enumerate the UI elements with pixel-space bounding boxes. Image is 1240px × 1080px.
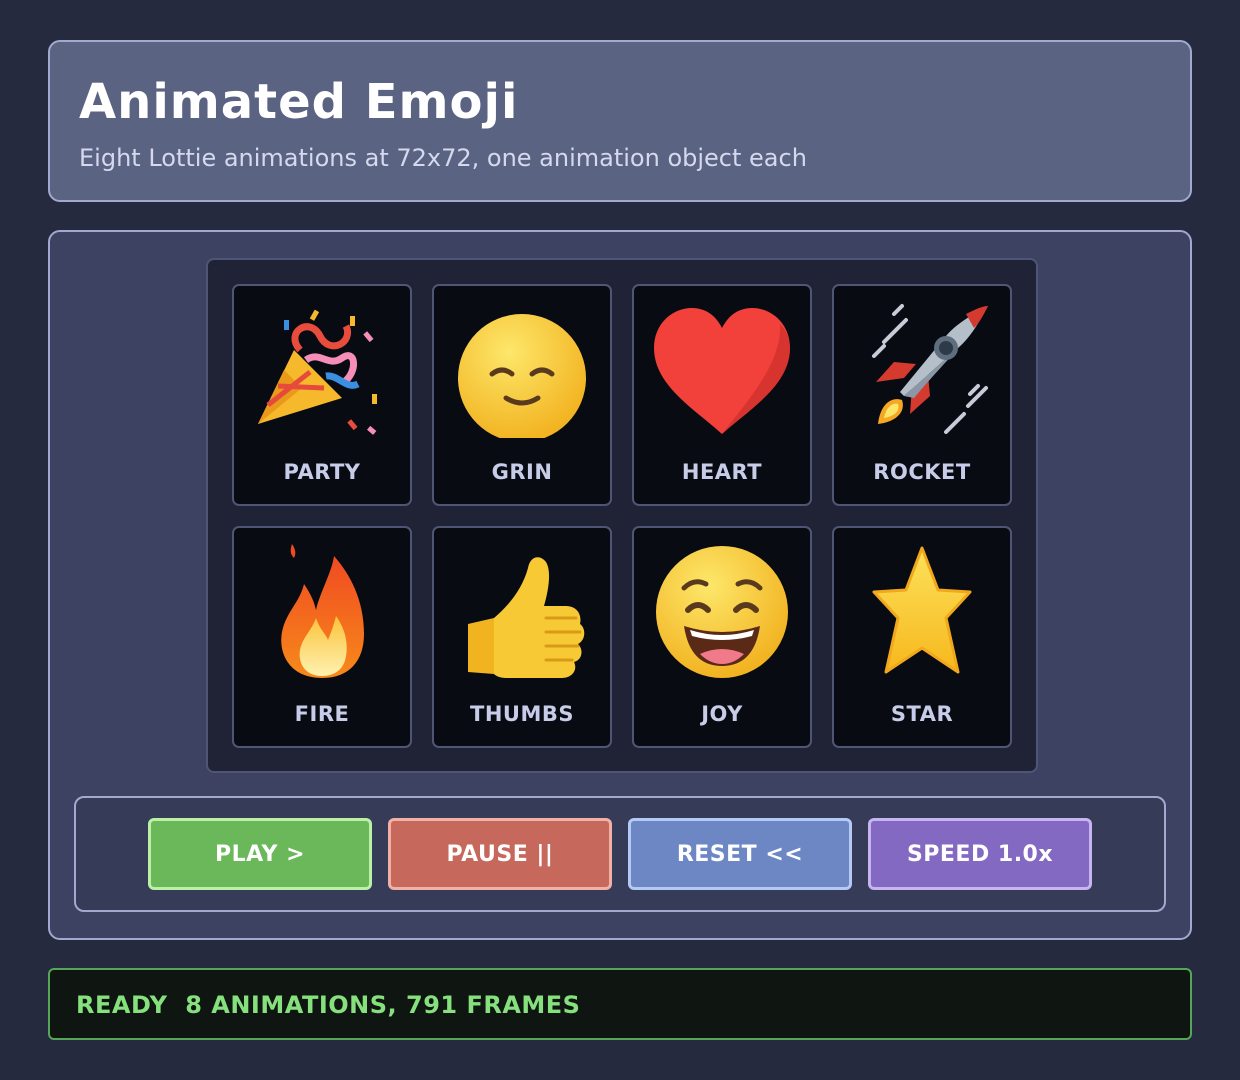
tile-label: THUMBS	[470, 702, 574, 726]
controls-bar: PLAY > PAUSE || RESET << SPEED 1.0x	[74, 796, 1166, 912]
page-title: Animated Emoji	[79, 74, 519, 130]
red-heart-icon	[654, 308, 790, 434]
emoji-tile-joy[interactable]: JOY	[632, 526, 812, 748]
smiling-face-icon	[458, 314, 586, 438]
page-subtitle: Eight Lottie animations at 72x72, one an…	[79, 144, 807, 172]
fire-icon	[281, 544, 364, 678]
emoji-tile-party[interactable]: PARTY	[232, 284, 412, 506]
tile-label: GRIN	[491, 460, 553, 484]
emoji-tile-fire[interactable]: FIRE	[232, 526, 412, 748]
status-bar: READY 8 ANIMATIONS, 791 FRAMES	[48, 968, 1192, 1040]
tile-label: JOY	[701, 702, 743, 726]
tile-label: STAR	[890, 702, 954, 726]
main-panel: PARTY GRIN HEART ROCKET FIRE THUMBS JOY …	[48, 230, 1192, 940]
emoji-grid: PARTY GRIN HEART ROCKET FIRE THUMBS JOY …	[206, 258, 1038, 773]
emoji-tile-thumbs[interactable]: THUMBS	[432, 526, 612, 748]
reset-button[interactable]: RESET <<	[628, 818, 852, 890]
party-popper-icon	[258, 309, 377, 435]
emoji-tile-grin[interactable]: GRIN	[432, 284, 612, 506]
pause-button[interactable]: PAUSE ||	[388, 818, 612, 890]
thumbs-up-icon	[468, 557, 585, 678]
emoji-tile-heart[interactable]: HEART	[632, 284, 812, 506]
status-text: READY 8 ANIMATIONS, 791 FRAMES	[76, 991, 581, 1019]
play-button[interactable]: PLAY >	[148, 818, 372, 890]
emoji-tile-star[interactable]: STAR	[832, 526, 1012, 748]
rocket-icon	[872, 304, 988, 434]
speed-button[interactable]: SPEED 1.0x	[868, 818, 1092, 890]
header: Animated Emoji Eight Lottie animations a…	[48, 40, 1192, 202]
tile-label: PARTY	[283, 460, 361, 484]
emoji-tile-rocket[interactable]: ROCKET	[832, 284, 1012, 506]
grinning-face-icon	[656, 546, 788, 678]
tile-label: ROCKET	[873, 460, 971, 484]
tile-label: FIRE	[294, 702, 350, 726]
star-icon	[872, 546, 972, 674]
tile-label: HEART	[681, 460, 763, 484]
